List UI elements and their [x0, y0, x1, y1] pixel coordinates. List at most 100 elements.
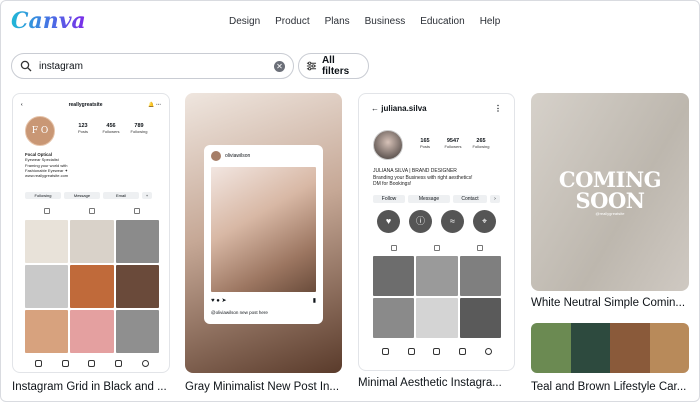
- message-button: Message: [64, 192, 100, 199]
- add-person-icon: +: [142, 192, 152, 199]
- template-title[interactable]: Teal and Brown Lifestyle Car...: [531, 381, 689, 393]
- template-card-minimal-aesthetic[interactable]: ← juliana.silva ⋮ 165 Posts 9547 Followers…: [358, 93, 515, 371]
- back-icon: ‹: [21, 102, 23, 108]
- nav-product[interactable]: Product: [275, 16, 309, 27]
- post-username: oliviawilson: [225, 153, 251, 159]
- coming-soon-headline: COMING SOON: [558, 167, 662, 213]
- more-button: ›: [490, 195, 500, 203]
- grid-icon: [44, 208, 51, 214]
- grid-photo: [115, 265, 159, 308]
- contact-button: Contact: [453, 195, 487, 203]
- nav-help[interactable]: Help: [480, 16, 501, 27]
- grid-photo: [25, 265, 69, 308]
- grid-photo: [373, 256, 415, 296]
- following-button: Following: [25, 192, 61, 199]
- profile-icon: [142, 360, 150, 367]
- add-icon: [433, 348, 441, 355]
- all-filters-label: All filters: [321, 55, 350, 77]
- template-card-gray-minimalist[interactable]: oliviawilson ♥ ● ➤ ▮ @oliviawilson new po…: [185, 93, 342, 373]
- profile-tabs: [373, 245, 501, 251]
- location-icon: ⌖: [473, 210, 496, 233]
- tagged-icon: [133, 208, 140, 214]
- stat-followers: 456 Followers: [102, 123, 120, 134]
- grid-photo: [70, 310, 114, 353]
- profile-bio: Focal Optical Eyewear Specialist Framing y…: [25, 152, 69, 179]
- grid-photo: [115, 310, 159, 353]
- add-icon: [88, 360, 96, 367]
- stat-posts: 165 Posts: [419, 138, 430, 149]
- photo-grid: [25, 220, 159, 353]
- template-card-instagram-grid[interactable]: ‹ reallygreatsite 🔔 ⋯ F O 123 Posts 456 Fo…: [12, 93, 170, 373]
- template-title[interactable]: White Neutral Simple Comin...: [531, 297, 689, 309]
- stat-following: 789 Following: [130, 123, 148, 134]
- canva-logo[interactable]: Canva: [11, 8, 86, 34]
- reels-icon: [88, 208, 95, 214]
- tagged-icon: [476, 245, 483, 251]
- all-filters-button[interactable]: All filters: [298, 53, 369, 79]
- nav-education[interactable]: Education: [420, 16, 464, 27]
- profile-username: ← juliana.silva: [371, 104, 427, 113]
- search-bar[interactable]: instagram ✕: [11, 53, 294, 79]
- heart-icon: ♥: [377, 210, 400, 233]
- email-button: Email: [103, 192, 139, 199]
- profile-stats: 123 Posts 456 Followers 789 Following: [69, 123, 153, 134]
- profile-buttons: Following Message Email +: [25, 192, 152, 199]
- stat-followers: 9547 Followers: [444, 138, 462, 149]
- story-highlights: ♥ ⓘ ≈ ⌖: [377, 210, 496, 233]
- nav-design[interactable]: Design: [229, 16, 260, 27]
- template-card-coming-soon[interactable]: COMING SOON @reallygreatsite: [531, 93, 689, 291]
- nav-plans[interactable]: Plans: [325, 16, 350, 27]
- grid-photo: [70, 265, 114, 308]
- photo-grid: [373, 256, 501, 338]
- template-title[interactable]: Gray Minimalist New Post In...: [185, 381, 345, 393]
- post-caption: @oliviawilson new post here: [211, 310, 268, 315]
- clear-search-icon[interactable]: ✕: [274, 60, 285, 72]
- wifi-icon: ≈: [441, 210, 464, 233]
- avatar: [373, 130, 403, 160]
- grid-photo: [416, 298, 458, 338]
- grid-photo: [115, 220, 159, 263]
- thumb-photo: [610, 323, 650, 373]
- search-icon: [61, 360, 69, 367]
- search-icon: [407, 348, 415, 355]
- bookmark-icon: ▮: [312, 298, 316, 304]
- grid-photo: [70, 220, 114, 263]
- follow-button: Follow: [373, 195, 405, 203]
- template-card-teal-brown-lifestyle[interactable]: [531, 323, 689, 373]
- thumb-photo: [531, 323, 571, 373]
- post-actions: ♥ ● ➤ ▮: [211, 297, 316, 304]
- profile-buttons: Follow Message Contact ›: [373, 195, 500, 203]
- shop-icon: [115, 360, 123, 367]
- grid-photo: [25, 220, 69, 263]
- post-mockup: oliviawilson ♥ ● ➤ ▮ @oliviawilson new po…: [204, 145, 323, 324]
- canva-template-gallery: Canva Design Product Plans Business Educ…: [0, 0, 700, 402]
- more-icon: ⋮: [494, 104, 502, 113]
- profile-bio: JULIANA SILVA | BRAND DESIGNER Branding y…: [373, 168, 473, 188]
- thumb-photo: [649, 323, 689, 373]
- profile-header: ← juliana.silva ⋮: [371, 104, 502, 113]
- profile-username: reallygreatsite: [68, 102, 103, 108]
- post-photo: [211, 167, 316, 292]
- message-button: Message: [408, 195, 450, 203]
- stat-posts: 123 Posts: [77, 123, 88, 134]
- home-icon: [34, 360, 42, 367]
- grid-photo: [459, 298, 501, 338]
- reels-icon: [433, 245, 440, 251]
- grid-photo: [416, 256, 458, 296]
- menu-icons: 🔔 ⋯: [148, 102, 161, 108]
- template-title[interactable]: Minimal Aesthetic Instagra...: [358, 377, 515, 389]
- post-avatar: [211, 151, 221, 161]
- avatar: F O: [25, 116, 55, 146]
- grid-photo: [373, 298, 415, 338]
- template-title[interactable]: Instagram Grid in Black and ...: [12, 381, 170, 393]
- stat-following: 265 Following: [472, 138, 490, 149]
- nav-business[interactable]: Business: [365, 16, 406, 27]
- top-nav: Design Product Plans Business Education …: [229, 16, 515, 27]
- profile-icon: [484, 348, 492, 355]
- profile-header: ‹ reallygreatsite 🔔 ⋯: [21, 102, 161, 108]
- filter-sliders-icon: [306, 61, 317, 71]
- profile-stats: 165 Posts 9547 Followers 265 Following: [411, 138, 495, 149]
- info-icon: ⓘ: [409, 210, 432, 233]
- coming-soon-handle: @reallygreatsite: [595, 211, 625, 216]
- search-input[interactable]: instagram: [39, 61, 274, 72]
